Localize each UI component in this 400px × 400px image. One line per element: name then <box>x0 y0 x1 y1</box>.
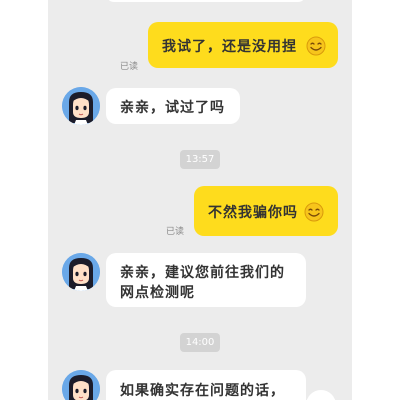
time-separator: 14:00 <box>180 333 220 352</box>
message-bubble-user[interactable]: 我试了，还是没用捏 <box>148 22 338 68</box>
read-status: 已读 <box>166 227 185 237</box>
read-status: 已读 <box>120 62 139 72</box>
scroll-to-bottom-button[interactable] <box>306 390 336 400</box>
message-bubble-agent[interactable]: 亲亲，试过了吗 <box>106 88 240 124</box>
message-text-line: 亲亲，建议您前往我们的 <box>120 265 285 281</box>
message-bubble-agent[interactable]: 如果确实存在问题的话， <box>106 370 306 400</box>
chat-window: 我试了，还是没用捏 已读 亲亲，试过了吗 13:57 不然我骗你吗 已读 亲亲，… <box>48 0 352 400</box>
cartoon-girl-avatar-icon <box>62 87 100 125</box>
message-text: 亲亲，试过了吗 <box>120 100 225 116</box>
avatar[interactable] <box>62 87 100 125</box>
smile-emoji-icon <box>304 202 324 222</box>
smile-emoji-icon <box>306 36 326 56</box>
message-bubble-agent-partial <box>106 0 306 2</box>
time-separator: 13:57 <box>180 150 220 169</box>
cartoon-girl-avatar-icon <box>62 370 100 400</box>
avatar[interactable] <box>62 253 100 291</box>
message-text-line: 网点检测呢 <box>120 285 195 301</box>
message-bubble-agent[interactable]: 亲亲，建议您前往我们的 网点检测呢 <box>106 253 306 307</box>
message-text: 我试了，还是没用捏 <box>162 39 297 55</box>
message-text: 如果确实存在问题的话， <box>120 383 285 399</box>
cartoon-girl-avatar-icon <box>62 253 100 291</box>
avatar[interactable] <box>62 370 100 400</box>
message-text: 不然我骗你吗 <box>208 205 298 221</box>
message-bubble-user[interactable]: 不然我骗你吗 <box>194 186 338 236</box>
